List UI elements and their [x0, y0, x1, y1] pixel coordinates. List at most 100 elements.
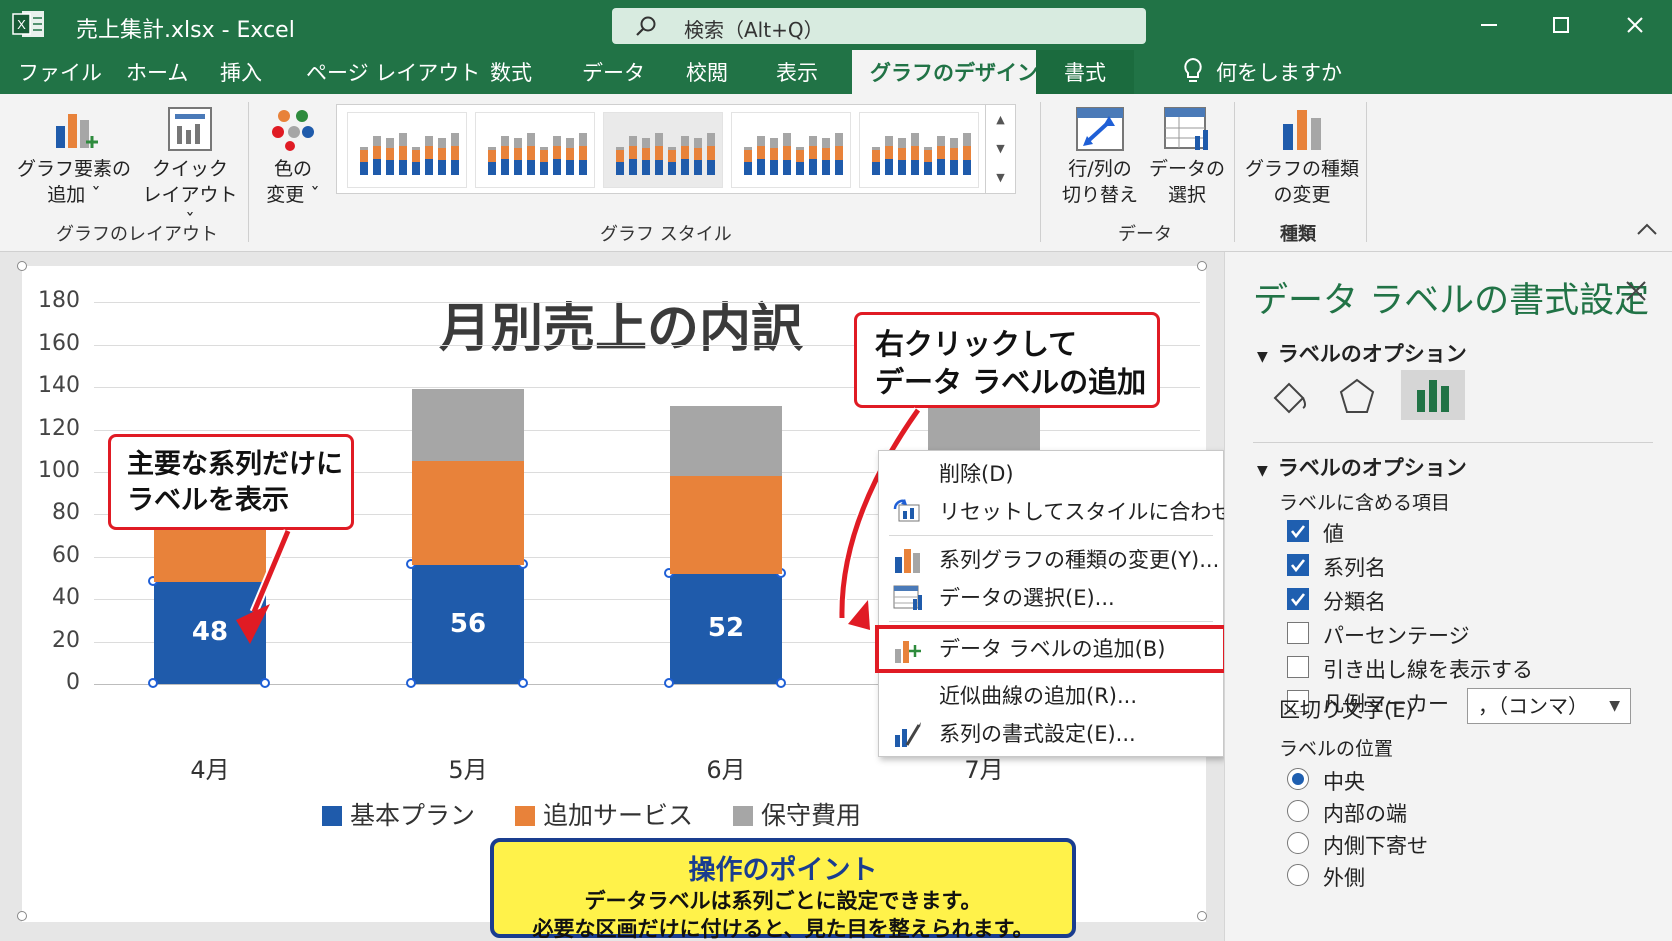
checkbox[interactable] [1287, 520, 1309, 542]
data-label[interactable]: 52 [666, 613, 786, 643]
data-label[interactable]: 48 [150, 617, 270, 647]
separator-label: 区切り文字(E) [1279, 698, 1414, 722]
menu-item-add-data-labels[interactable]: データ ラベルの追加(B) [875, 625, 1227, 673]
checkbox-row[interactable]: 値 [1225, 518, 1665, 548]
thumbnail-bar [488, 161, 496, 175]
selection-handle[interactable] [518, 678, 528, 688]
change-colors-button[interactable]: 色の 変更 ˇ [258, 106, 328, 208]
thumbnail-bar [744, 149, 752, 162]
selection-handle[interactable] [260, 678, 270, 688]
label-options-tab[interactable] [1401, 370, 1465, 420]
menu-item-format-series[interactable]: 系列の書式設定(E)... [879, 715, 1223, 753]
thumbnail-bar [796, 149, 804, 162]
minimize-button[interactable] [1464, 8, 1514, 42]
select-data-button[interactable]: データの 選択 [1148, 106, 1226, 208]
pane-options-header[interactable]: ▼ ラベルのオプション [1257, 338, 1467, 368]
bar-segment[interactable] [670, 406, 782, 477]
chart-legend[interactable]: 基本プラン 追加サービス 保守費用 [322, 796, 861, 832]
change-chart-type-button[interactable]: グラフの種類 の変更 [1244, 106, 1360, 208]
radio-button[interactable] [1287, 768, 1309, 790]
tab-formulas[interactable]: 数式 [490, 50, 532, 94]
checkbox[interactable] [1287, 656, 1309, 678]
checkbox-row[interactable]: 系列名 [1225, 552, 1665, 582]
tab-page-layout[interactable]: ページ レイアウト [306, 50, 480, 94]
thumbnail-bar [540, 161, 548, 175]
checkbox-row[interactable]: 分類名 [1225, 586, 1665, 616]
menu-item-change-series-chart-type[interactable]: 系列グラフの種類の変更(Y)... [879, 541, 1223, 579]
chart-resize-handle[interactable] [17, 911, 27, 921]
scroll-down-icon[interactable]: ▼ [986, 134, 1015, 163]
checkbox[interactable] [1287, 622, 1309, 644]
callout-left-line-1: 主要な系列だけに [127, 449, 343, 480]
quick-layout-button[interactable]: クイック レイアウト ˇ [140, 106, 240, 234]
data-label[interactable]: 56 [408, 609, 528, 639]
pane-close-button[interactable] [1625, 276, 1647, 309]
radio-button[interactable] [1287, 864, 1309, 886]
legend-label-basic: 基本プラン [350, 801, 476, 830]
thumbnail-bar [681, 159, 689, 175]
selection-handle[interactable] [776, 678, 786, 688]
pane-label-options-header-label: ラベルのオプション [1277, 456, 1467, 480]
ribbon-separator [1040, 102, 1041, 242]
chart-style-thumbnail[interactable] [731, 112, 851, 188]
selection-handle[interactable] [148, 678, 158, 688]
bar-segment[interactable] [412, 461, 524, 566]
radio-row[interactable]: 外側 [1225, 862, 1665, 892]
chart-resize-handle[interactable] [1197, 261, 1207, 271]
checkbox[interactable] [1287, 588, 1309, 610]
checkbox-row[interactable]: 引き出し線を表示する [1225, 654, 1665, 684]
radio-button[interactable] [1287, 832, 1309, 854]
y-axis-tick-label: 140 [38, 373, 80, 399]
radio-row[interactable]: 内側下寄せ [1225, 830, 1665, 860]
checkbox-row[interactable]: パーセンテージ [1225, 620, 1665, 650]
chart-style-thumbnail[interactable] [475, 112, 595, 188]
pane-label-options-header[interactable]: ▼ ラベルのオプション [1257, 452, 1467, 482]
menu-item-select-data[interactable]: データの選択(E)... [879, 579, 1223, 617]
selection-handle[interactable] [664, 678, 674, 688]
menu-item-delete[interactable]: 削除(D) [879, 455, 1223, 493]
collapse-ribbon-icon[interactable] [1636, 222, 1658, 236]
checkbox[interactable] [1287, 554, 1309, 576]
gallery-scrollbar[interactable]: ▲ ▼ ▼ [985, 105, 1015, 193]
chart-resize-handle[interactable] [17, 261, 27, 271]
menu-item-add-trendline[interactable]: 近似曲線の追加(R)... [879, 677, 1223, 715]
callout-left: 主要な系列だけに ラベルを表示 [108, 434, 354, 530]
add-chart-element-button[interactable]: グラフ要素の 追加 ˇ [16, 106, 132, 208]
tell-me-button[interactable]: 何をしますか [1182, 50, 1342, 94]
radio-button[interactable] [1287, 800, 1309, 822]
y-axis-tick-label: 40 [52, 585, 80, 611]
y-axis-tick-label: 0 [66, 670, 80, 695]
selection-handle[interactable] [406, 678, 416, 688]
maximize-button[interactable] [1536, 8, 1586, 42]
tab-chart-design[interactable]: グラフのデザイン [852, 50, 1056, 94]
thumbnail-bar [642, 138, 650, 148]
tab-data[interactable]: データ [582, 50, 645, 94]
fill-line-tab[interactable] [1271, 376, 1311, 416]
gallery-more-icon[interactable]: ▼ [986, 163, 1015, 192]
tab-review[interactable]: 校閲 [686, 50, 728, 94]
scroll-up-icon[interactable]: ▲ [986, 105, 1015, 134]
menu-item-reset-style[interactable]: リセットしてスタイルに合わせる(A) [879, 493, 1284, 531]
search-input[interactable]: 検索（Alt+Q） [612, 8, 1146, 44]
chart-style-thumbnail[interactable] [859, 112, 979, 188]
bar-segment[interactable] [670, 476, 782, 574]
bar-segment[interactable] [412, 389, 524, 462]
chart-style-thumbnail[interactable] [347, 112, 467, 188]
close-window-button[interactable] [1610, 8, 1660, 42]
tab-insert[interactable]: 挿入 [220, 50, 262, 94]
label-position-heading: ラベルの位置 [1279, 738, 1394, 760]
effects-tab[interactable] [1337, 376, 1377, 416]
thumbnail-bar [386, 147, 394, 161]
tab-home[interactable]: ホーム [126, 50, 188, 94]
separator-dropdown[interactable]: ，（コンマ） ▼ [1467, 688, 1631, 724]
chart-style-thumbnail[interactable] [603, 112, 723, 188]
tab-format[interactable]: 書式 [1036, 50, 1134, 94]
thumbnail-bar [412, 146, 420, 150]
switch-row-column-button[interactable]: 行/列の 切り替え [1054, 106, 1146, 208]
tab-view[interactable]: 表示 [776, 50, 818, 94]
radio-row[interactable]: 中央 [1225, 766, 1665, 796]
quick-layout-icon [168, 107, 212, 151]
tab-file[interactable]: ファイル [18, 50, 102, 94]
chart-resize-handle[interactable] [1197, 911, 1207, 921]
radio-row[interactable]: 内部の端 [1225, 798, 1665, 828]
